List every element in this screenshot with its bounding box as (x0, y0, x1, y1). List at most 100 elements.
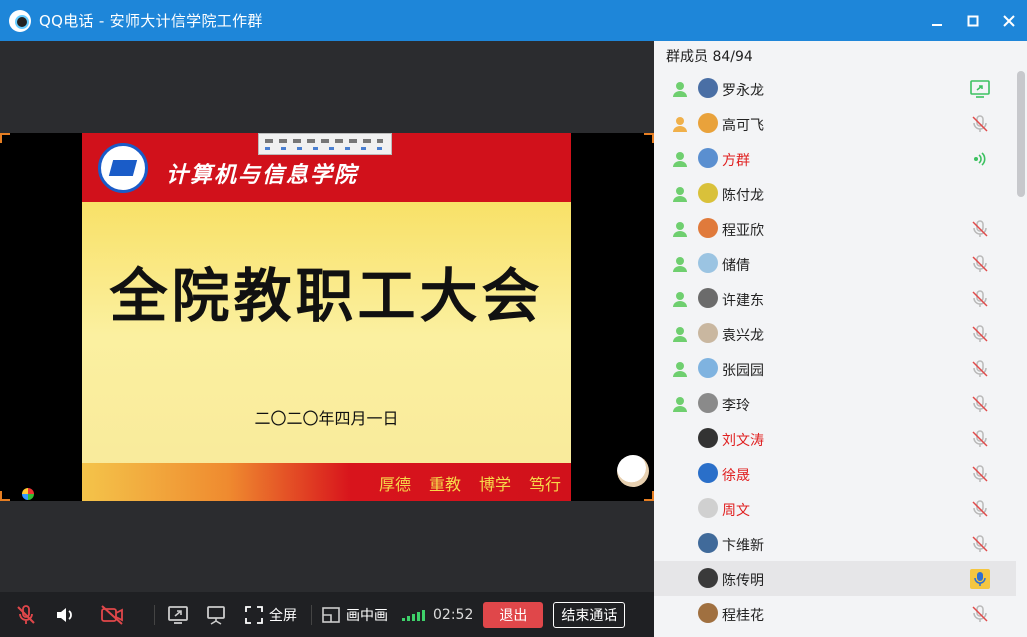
presenter-avatar (617, 455, 649, 487)
avatar (698, 358, 718, 378)
member-row[interactable]: 高可飞 (654, 106, 1016, 141)
member-name: 李玲 (722, 398, 750, 414)
member-name: 周文 (722, 503, 750, 519)
avatar (698, 288, 718, 308)
close-icon (1003, 14, 1015, 27)
motto-word: 笃行 (528, 475, 561, 494)
share-screen-button[interactable] (163, 592, 193, 637)
member-name: 程桂花 (722, 608, 764, 624)
mic-muted-icon (970, 534, 990, 554)
member-role-icon (671, 325, 689, 343)
mic-muted-icon (970, 499, 990, 519)
qq-call-window: QQ电话 - 安师大计信学院工作群 计算机与信息学院 全院教职工大会 二〇二〇年… (0, 0, 1027, 637)
share-screen-icon (168, 605, 188, 624)
slide-school-name: 计算机与信息学院 (166, 162, 359, 188)
video-area: 计算机与信息学院 全院教职工大会 二〇二〇年四月一日 厚德 重教 博学 笃行 (0, 41, 654, 592)
member-row[interactable]: 周文 (654, 491, 1016, 526)
member-row[interactable]: 张园园 (654, 351, 1016, 386)
member-role-icon (671, 80, 689, 98)
member-name: 罗永龙 (722, 83, 764, 99)
app-badge-icon (22, 488, 34, 500)
mic-muted-icon (970, 429, 990, 449)
member-row[interactable]: 李玲 (654, 386, 1016, 421)
camera-off-button[interactable] (78, 592, 146, 637)
avatar (698, 603, 718, 623)
mic-muted-icon (970, 289, 990, 309)
speaking-icon (970, 149, 990, 169)
member-row[interactable]: 刘文涛 (654, 421, 1016, 456)
avatar (698, 218, 718, 238)
slide-motto: 厚德 重教 博学 笃行 (379, 471, 561, 495)
mic-muted-icon (970, 464, 990, 484)
slide-header: 计算机与信息学院 (82, 133, 571, 202)
title-bar: QQ电话 - 安师大计信学院工作群 (0, 0, 1027, 41)
speaker-button[interactable] (52, 592, 78, 637)
member-role-icon (671, 255, 689, 273)
avatar (698, 568, 718, 588)
slide-title: 全院教职工大会 (109, 262, 544, 330)
member-role-icon (671, 185, 689, 203)
member-count: 群成员 84/94 (666, 49, 753, 65)
call-control-bar: 全屏 画中画 02:52 退出 结束通话 (0, 592, 654, 637)
call-timer: 02:52 (433, 606, 474, 623)
avatar (698, 148, 718, 168)
member-name: 陈传明 (722, 573, 764, 589)
school-logo-icon (98, 143, 148, 193)
member-name: 袁兴龙 (722, 328, 764, 344)
avatar (698, 533, 718, 553)
member-row[interactable]: 陈传明 (654, 561, 1016, 596)
member-name: 卞维新 (722, 538, 764, 554)
member-row[interactable]: 程桂花 (654, 596, 1016, 631)
fullscreen-button[interactable]: 全屏 (239, 592, 303, 637)
avatar (698, 393, 718, 413)
member-panel: 群成员 84/94 罗永龙高可飞方群陈付龙程亚欣储倩 许建东袁兴龙张园园李玲刘文涛… (654, 41, 1027, 637)
member-row[interactable]: 罗永龙 (654, 71, 1016, 106)
member-name: 徐晟 (722, 468, 750, 484)
window-controls (919, 0, 1027, 41)
minimize-button[interactable] (919, 0, 955, 41)
mute-mic-button[interactable] (0, 592, 52, 637)
member-role-icon (671, 115, 689, 133)
window-title: QQ电话 - 安师大计信学院工作群 (39, 12, 263, 30)
speaker-icon (57, 607, 72, 622)
slide-footer: 厚德 重教 博学 笃行 (82, 463, 571, 501)
member-row[interactable]: 徐晟 (654, 456, 1016, 491)
member-row[interactable]: 程亚欣 (654, 211, 1016, 246)
mic-muted-icon (970, 254, 990, 274)
member-name: 程亚欣 (722, 223, 764, 239)
camera-off-icon (101, 604, 123, 625)
picture-in-picture-button[interactable]: 画中画 (320, 592, 390, 637)
motto-word: 博学 (478, 475, 511, 494)
member-row[interactable]: 袁兴龙 (654, 316, 1016, 351)
member-name: 刘文涛 (722, 433, 764, 449)
presentation-slide: 计算机与信息学院 全院教职工大会 二〇二〇年四月一日 厚德 重教 博学 笃行 (82, 133, 571, 501)
exit-button[interactable]: 退出 (483, 601, 544, 628)
member-name: 张园园 (722, 363, 764, 379)
member-role-icon (671, 395, 689, 413)
member-row[interactable]: 许建东 (654, 281, 1016, 316)
close-button[interactable] (991, 0, 1027, 41)
fullscreen-icon (245, 605, 263, 624)
member-name: 方群 (722, 153, 750, 169)
avatar (698, 463, 718, 483)
presentation-button[interactable] (193, 592, 239, 637)
member-row[interactable]: 卞维新 (654, 526, 1016, 561)
screen-share-frame[interactable]: 计算机与信息学院 全院教职工大会 二〇二〇年四月一日 厚德 重教 博学 笃行 (0, 133, 654, 501)
end-call-button[interactable]: 结束通话 (553, 601, 626, 628)
motto-word: 厚德 (378, 475, 411, 494)
maximize-button[interactable] (955, 0, 991, 41)
member-row[interactable]: 方群 (654, 141, 1016, 176)
screen-share-icon (970, 79, 990, 99)
avatar (698, 498, 718, 518)
scroll-thumb[interactable] (1017, 71, 1025, 197)
member-row[interactable]: 储倩 (654, 246, 1016, 281)
member-row[interactable]: 陈付龙 (654, 176, 1016, 211)
pip-label: 画中画 (346, 607, 388, 624)
member-name: 高可飞 (722, 118, 764, 134)
fullscreen-label: 全屏 (269, 607, 297, 624)
mic-active-icon (970, 569, 990, 589)
member-name: 陈付龙 (722, 188, 764, 204)
member-scrollbar[interactable] (1017, 71, 1025, 637)
mic-muted-icon (970, 359, 990, 379)
member-role-icon (671, 220, 689, 238)
